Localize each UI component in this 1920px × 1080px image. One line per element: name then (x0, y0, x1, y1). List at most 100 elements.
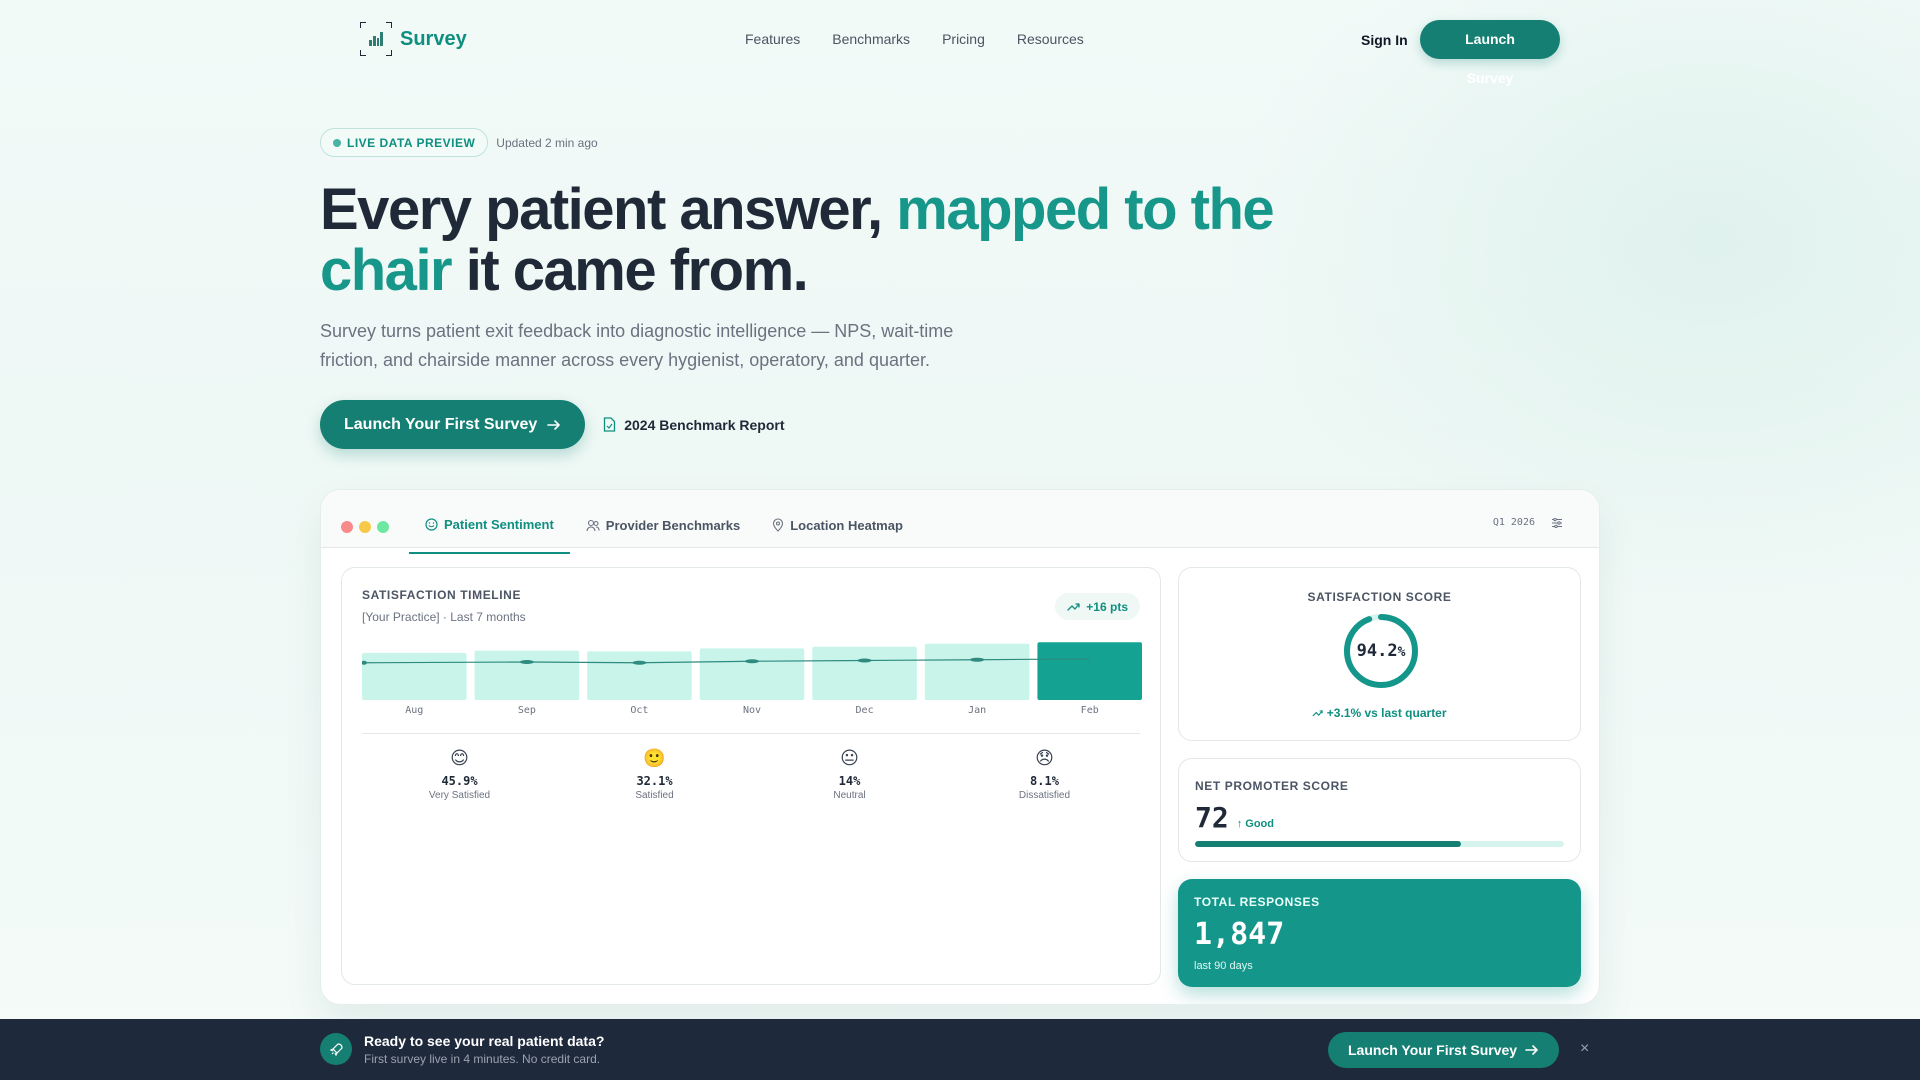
top-nav: Survey Features Benchmarks Pricing Resou… (320, 0, 1560, 86)
chart-tick-label: Jan (968, 705, 986, 716)
banner-launch-label: Launch Your First Survey (1348, 1042, 1518, 1058)
nps-progress-fill (1195, 841, 1461, 847)
updated-text: Updated 2 min ago (496, 135, 598, 150)
score-delta-text: +3.1% vs last quarter (1326, 706, 1447, 720)
sentiment-satisfied: 🙂 32.1% Satisfied (557, 748, 752, 801)
nps-card: NET PROMOTER SCORE 72 ↑ Good (1178, 758, 1581, 862)
dashboard-tabs: Patient Sentiment Provider Benchmarks Lo… (409, 490, 919, 554)
total-subtitle: last 90 days (1194, 960, 1253, 972)
chart-tick-label: Feb (1081, 705, 1099, 716)
chart-bar-dec[interactable] (812, 646, 917, 700)
close-dot-icon (341, 521, 353, 533)
nps-value: 72 (1195, 801, 1229, 834)
pin-icon (773, 518, 784, 532)
period-label: Q1 2026 (1492, 517, 1535, 528)
satisfaction-timeline-card: SATISFACTION TIMELINE [Your Practice] · … (341, 567, 1161, 985)
chart-tick-label: Dec (856, 705, 874, 716)
chart-bar-sep[interactable] (474, 650, 580, 700)
live-badge-label: LIVE DATA PREVIEW (347, 135, 476, 150)
chart-point[interactable] (745, 659, 759, 664)
hero-subtitle: Survey turns patient exit feedback into … (320, 321, 954, 370)
tab-patient-sentiment[interactable]: Patient Sentiment (409, 496, 570, 554)
live-badge: LIVE DATA PREVIEW (320, 128, 489, 157)
total-responses-card: TOTAL RESPONSES 1,847 last 90 days (1178, 879, 1581, 987)
live-dot-icon (333, 138, 341, 147)
tab-label: Patient Sentiment (444, 516, 554, 532)
brand-name: Survey (400, 27, 467, 50)
nav-link-resources[interactable]: Resources (1017, 31, 1084, 47)
total-title: TOTAL RESPONSES (1194, 895, 1320, 909)
score-title: SATISFACTION SCORE (1307, 590, 1452, 604)
sentiment-label: Neutral (833, 790, 866, 801)
tab-label: Location Heatmap (790, 517, 903, 533)
benchmark-report-label: 2024 Benchmark Report (624, 416, 785, 433)
tab-label: Provider Benchmarks (605, 517, 741, 533)
chart-tick-label: Sep (518, 705, 536, 716)
close-icon[interactable]: × (1580, 1040, 1589, 1058)
launch-survey-button[interactable]: Launch Survey (1420, 20, 1560, 86)
chart-point[interactable] (632, 660, 647, 665)
score-value: 94.2% (1342, 612, 1420, 690)
rocket-icon (320, 1033, 352, 1065)
sentiment-neutral: 😐 14% Neutral (752, 748, 947, 801)
sentiment-pct: 32.1% (636, 774, 673, 788)
sentiment-pct: 8.1% (1030, 774, 1059, 788)
benchmark-report-link[interactable]: 2024 Benchmark Report (603, 416, 785, 433)
satisfaction-score-card: SATISFACTION SCORE 94.2% +3.1% vs last q… (1178, 567, 1581, 741)
nav-link-pricing[interactable]: Pricing (942, 31, 985, 47)
chart-bar-oct[interactable] (587, 651, 692, 700)
chart-bar-nov[interactable] (699, 648, 805, 700)
sentiment-label: Satisfied (635, 790, 674, 801)
nav-links: Features Benchmarks Pricing Resources (745, 31, 1084, 47)
document-icon (604, 417, 616, 432)
tab-location-heatmap[interactable]: Location Heatmap (756, 496, 919, 554)
dashboard-preview: Patient Sentiment Provider Benchmarks Lo… (320, 489, 1600, 1005)
chart-logo-icon (360, 22, 392, 56)
chart-point[interactable] (970, 657, 985, 662)
cta-banner: Ready to see your real patient data? Fir… (0, 1019, 1920, 1080)
sentiment-breakdown: 😊 45.9% Very Satisfied 🙂 32.1% Satisfied… (362, 748, 1142, 801)
sign-in-link[interactable]: Sign In (1361, 32, 1408, 48)
chart-bar-feb[interactable] (1037, 642, 1142, 700)
chart-tick-label: Aug (405, 705, 423, 716)
users-icon (586, 519, 600, 531)
trend-up-icon (1067, 603, 1080, 611)
trend-value: +16 pts (1086, 599, 1128, 614)
hero: LIVE DATA PREVIEW Updated 2 min ago Ever… (320, 128, 1280, 449)
sentiment-pct: 14% (838, 774, 861, 788)
dashboard-toolbar: Patient Sentiment Provider Benchmarks Lo… (321, 490, 1599, 554)
chart-tick-label: Nov (743, 705, 761, 716)
satisfaction-chart: Aug Sep Oct Nov Dec Jan Feb (362, 642, 1142, 716)
nav-link-features[interactable]: Features (745, 31, 800, 47)
sentiment-very-satisfied: 😊 45.9% Very Satisfied (362, 748, 557, 801)
nps-title: NET PROMOTER SCORE (1195, 779, 1349, 793)
score-delta: +3.1% vs last quarter (1179, 706, 1580, 720)
chart-point[interactable] (857, 658, 872, 663)
sentiment-label: Very Satisfied (428, 790, 491, 801)
banner-launch-button[interactable]: Launch Your First Survey (1328, 1032, 1560, 1068)
banner-subtitle: First survey live in 4 minutes. No credi… (364, 1052, 601, 1066)
very-satisfied-icon: 😊 (450, 748, 469, 769)
chart-bar-jan[interactable] (924, 643, 1030, 700)
launch-first-survey-button[interactable]: Launch Your First Survey (320, 400, 586, 449)
nps-tag: ↑ Good (1236, 818, 1274, 830)
tab-provider-benchmarks[interactable]: Provider Benchmarks (570, 496, 756, 554)
neutral-icon: 😐 (840, 748, 859, 769)
score-unit: % (1397, 645, 1406, 660)
score-number: 94.2 (1356, 641, 1398, 661)
launch-first-survey-label: Launch Your First Survey (344, 415, 538, 433)
filter-icon[interactable] (1551, 518, 1563, 528)
divider (362, 733, 1140, 734)
window-controls (341, 521, 389, 533)
minimize-dot-icon (359, 521, 371, 533)
sentiment-pct: 45.9% (441, 774, 478, 788)
chart-bar-aug[interactable] (362, 652, 467, 700)
chart-tick-label: Oct (630, 705, 648, 716)
dissatisfied-icon: 😞 (1035, 748, 1054, 769)
arrow-right-icon (547, 419, 561, 430)
nav-link-benchmarks[interactable]: Benchmarks (832, 31, 910, 47)
total-value: 1,847 (1194, 917, 1285, 952)
sentiment-label: Dissatisfied (1018, 790, 1071, 801)
logo[interactable]: Survey (360, 22, 467, 56)
chart-point[interactable] (519, 660, 534, 664)
